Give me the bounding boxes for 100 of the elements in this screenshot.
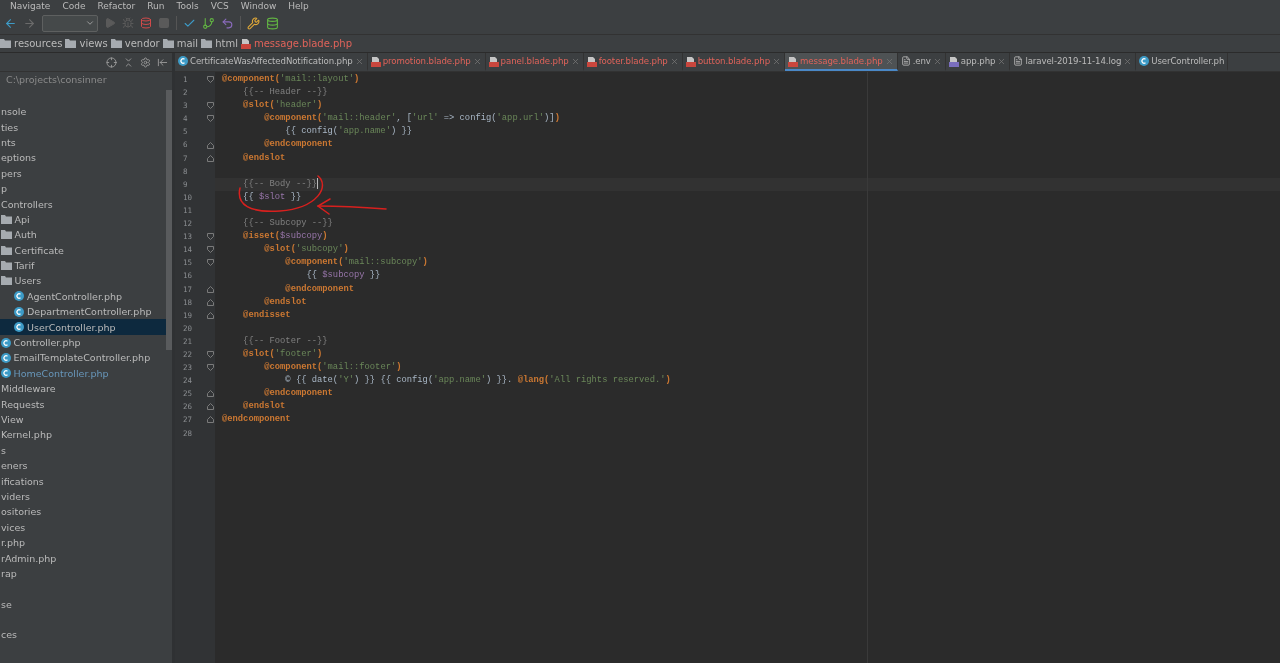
tree-item[interactable]: p [0,180,166,197]
tree-item[interactable]: ositories [0,504,166,520]
close-icon[interactable] [997,56,1007,66]
hide-panel-icon[interactable] [157,56,168,68]
breadcrumb[interactable]: vendor [110,38,160,49]
tree-item[interactable]: eptions [0,150,166,166]
tree-item[interactable]: EmailTemplateController.php [0,350,166,366]
branch-icon[interactable] [202,16,215,30]
menu-item[interactable]: Navigate [10,0,51,12]
menu-item[interactable]: Refactor [97,0,136,12]
fold-icon[interactable] [207,102,214,110]
fold-icon[interactable] [207,115,214,123]
close-icon[interactable] [1123,56,1133,66]
fold-icon[interactable] [207,154,214,162]
close-icon[interactable] [472,56,482,66]
fold-icon[interactable] [207,141,214,149]
fold-icon[interactable] [207,76,214,84]
menu-item[interactable]: Code [62,0,86,12]
play-icon[interactable] [104,17,116,29]
tree-item[interactable]: ties [0,119,166,135]
tree-item[interactable]: pers [0,165,166,181]
menu-item[interactable]: Tools [176,0,199,12]
tree-item[interactable]: Controllers [0,196,166,212]
tree-item[interactable]: View [0,411,166,428]
fold-icon[interactable] [207,351,214,358]
tree-item[interactable]: rap [0,565,166,582]
tree-item[interactable]: viders [0,488,166,505]
fold-icon[interactable] [207,403,214,411]
breadcrumb[interactable]: resources [0,38,63,49]
menu-item[interactable]: VCS [210,0,229,12]
editor-tab[interactable]: panel.blade.php [485,53,584,71]
stop-icon[interactable] [158,17,170,29]
fold-icon[interactable] [207,246,214,254]
close-icon[interactable] [570,56,580,66]
tree-item[interactable]: ces [0,627,166,643]
tree-item[interactable]: ifications [0,473,166,489]
code-line: @endcomponent [263,138,333,152]
tree-item[interactable]: UserController.php [0,319,166,335]
editor-tab[interactable]: laravel-2019-11-14.log [1010,53,1137,71]
scrollbar[interactable] [166,90,172,350]
fold-icon[interactable] [207,259,214,267]
editor-tab[interactable]: app.php [945,53,1011,71]
close-icon[interactable] [354,56,364,66]
fold-icon[interactable] [207,233,214,241]
tree-item[interactable]: vices [0,519,166,535]
tree-item[interactable]: Api [0,211,166,228]
coverage-icon[interactable] [140,17,152,29]
tree-item[interactable]: Certificate [0,242,166,258]
undo-icon[interactable] [221,16,234,30]
code-line: @endslot [242,151,286,165]
fold-icon[interactable] [207,285,214,293]
collapse-all-icon[interactable] [123,56,134,68]
tree-item[interactable]: eners [0,458,166,474]
menu-item[interactable]: Window [240,0,277,12]
run-config-dropdown[interactable] [42,14,98,32]
blade-file-icon [685,55,696,67]
editor-tab[interactable]: .env [897,53,946,71]
breadcrumb[interactable]: message.blade.php [240,38,353,49]
tree-item[interactable]: nsole [0,104,166,120]
menu-item[interactable]: Help [288,0,309,12]
tree-item[interactable]: se [0,596,166,612]
tree-item[interactable]: HomeController.php [0,365,166,382]
tree-item[interactable]: Kernel.php [0,427,166,443]
close-icon[interactable] [772,56,782,66]
close-icon[interactable] [669,56,679,66]
locate-icon[interactable] [106,56,117,68]
tree-item[interactable]: DepartmentController.php [0,304,166,320]
tree-item[interactable]: Middleware [0,381,166,397]
tree-item[interactable]: Requests [0,396,166,412]
tree-item[interactable]: Auth [0,227,166,243]
breadcrumb[interactable]: views [65,38,108,49]
tree-item[interactable]: nts [0,134,166,151]
forward-icon[interactable] [23,16,36,30]
menu-item[interactable]: Run [147,0,165,12]
back-icon[interactable] [4,16,17,30]
editor-tab[interactable]: CertificateWasAffectedNotification.php [175,53,368,71]
wrench-icon[interactable] [247,16,260,30]
tree-item[interactable]: AgentController.php [0,288,166,305]
tree-item[interactable]: Users [0,273,166,289]
editor-tab[interactable]: UserController.ph [1136,53,1229,71]
fold-icon[interactable] [207,311,214,319]
breadcrumb[interactable]: html [201,38,238,49]
fold-icon[interactable] [207,364,214,372]
fold-icon[interactable] [207,416,214,424]
editor-tab[interactable]: promotion.blade.php [367,53,486,71]
code-line: {{-- Footer --}} [242,334,328,348]
fold-icon[interactable] [207,298,214,306]
editor-tab[interactable]: footer.blade.php [583,53,683,71]
database-icon[interactable] [266,16,279,30]
fold-icon[interactable] [207,390,214,398]
tree-item[interactable]: s [0,442,166,458]
close-icon[interactable] [932,56,942,66]
tree-item[interactable]: Tarif [0,257,166,274]
bug-icon[interactable] [122,17,134,29]
code-line: © {{ date('Y') }} {{ config('app.name') }}. @lang('All rights reserved.') [284,374,671,388]
tree-item[interactable]: rAdmin.php [0,550,166,566]
settings-icon[interactable] [140,56,151,68]
tree-item[interactable]: r.php [0,534,166,551]
tree-item[interactable]: Controller.php [0,334,166,351]
breadcrumb[interactable]: mail [162,38,199,49]
